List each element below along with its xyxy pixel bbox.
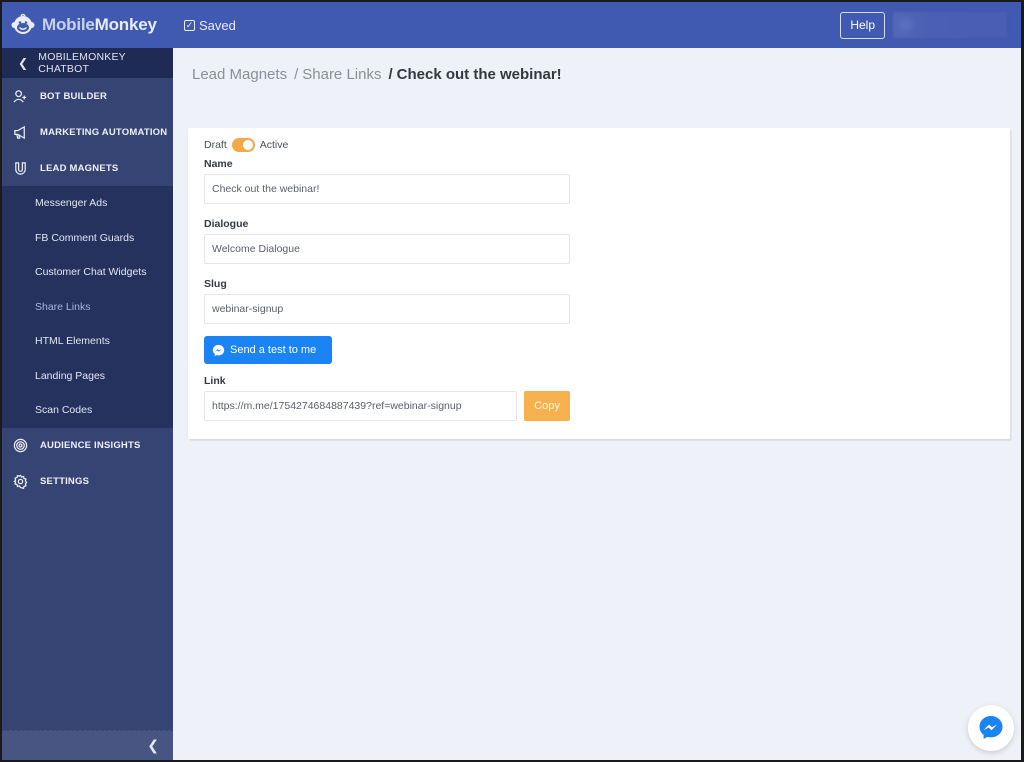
messenger-icon — [212, 344, 225, 356]
sidebar-item-label: BOT BUILDER — [40, 90, 108, 102]
name-input[interactable] — [204, 174, 570, 204]
save-status-text: Saved — [199, 17, 236, 33]
dialogue-label: Dialogue — [204, 218, 249, 230]
sidebar-item-lead-magnets[interactable]: LEAD MAGNETS — [2, 150, 173, 186]
sidebar-item-label: LEAD MAGNETS — [40, 162, 119, 174]
copy-button[interactable]: Copy — [524, 391, 570, 421]
name-label: Name — [204, 158, 233, 170]
status-active-label: Active — [259, 139, 289, 151]
sidebar-subitem-landing-pages[interactable]: Landing Pages — [2, 359, 173, 394]
breadcrumb-share-links[interactable]: Share Links — [302, 66, 381, 83]
messenger-icon — [979, 716, 1003, 739]
gear-icon — [12, 474, 28, 490]
target-icon — [12, 438, 28, 454]
sidebar-subitem-html-elements[interactable]: HTML Elements — [2, 324, 173, 359]
sidebar-subitem-scan-codes[interactable]: Scan Codes — [2, 393, 173, 428]
breadcrumb-lead-magnets[interactable]: Lead Magnets — [192, 66, 287, 83]
breadcrumb-separator: / — [388, 66, 393, 83]
sidebar-item-audience-insights[interactable]: AUDIENCE INSIGHTS — [2, 428, 173, 464]
breadcrumb: Lead Magnets / Share Links / Check out t… — [192, 66, 562, 83]
chevron-left-icon: ❮ — [18, 56, 29, 70]
sidebar-item-marketing-automation[interactable]: MARKETING AUTOMATION — [2, 114, 173, 150]
sidebar-subitem-messenger-ads[interactable]: Messenger Ads — [2, 186, 173, 221]
main-content: Lead Magnets / Share Links / Check out t… — [173, 48, 1021, 760]
sidebar-item-label: AUDIENCE INSIGHTS — [40, 440, 141, 451]
sidebar-item-label: SETTINGS — [40, 476, 90, 487]
status-toggle-row: Draft Active — [204, 138, 288, 152]
megaphone-icon — [12, 124, 28, 140]
breadcrumb-separator: / — [294, 66, 299, 83]
sidebar-item-settings[interactable]: SETTINGS — [2, 464, 173, 500]
sidebar-header-label: MOBILEMONKEY CHATBOT — [38, 51, 126, 75]
app-window: MobileMonkey ✓ Saved Help ❮ MOBILEMONKEY… — [2, 2, 1021, 760]
toggle-knob — [242, 140, 253, 150]
send-test-label: Send a test to me — [230, 344, 317, 356]
link-input[interactable] — [204, 391, 517, 421]
link-label: Link — [204, 375, 226, 387]
account-menu-redacted[interactable] — [893, 12, 1007, 38]
magnet-icon — [12, 160, 28, 176]
slug-input[interactable] — [204, 294, 570, 324]
chevron-left-icon: ❮ — [147, 737, 159, 753]
share-link-form-card: Draft Active Name Dialogue Slug Send a t… — [188, 128, 1010, 439]
send-test-button[interactable]: Send a test to me — [204, 336, 332, 364]
sidebar-item-label: MARKETING AUTOMATION — [40, 126, 168, 138]
status-draft-label: Draft — [204, 139, 227, 151]
help-button[interactable]: Help — [840, 11, 885, 39]
sidebar-back-to-chatbot[interactable]: ❮ MOBILEMONKEY CHATBOT — [2, 48, 173, 78]
checkbox-check-icon: ✓ — [184, 19, 195, 31]
top-bar: MobileMonkey ✓ Saved Help — [2, 2, 1021, 48]
lead-magnets-submenu: Messenger Ads FB Comment Guards Customer… — [2, 186, 173, 428]
messenger-chat-button[interactable] — [968, 705, 1014, 751]
breadcrumb-current: Check out the webinar! — [396, 66, 562, 83]
save-status: ✓ Saved — [184, 18, 236, 33]
sidebar-collapse-button[interactable]: ❮ — [2, 730, 173, 760]
sidebar: ❮ MOBILEMONKEY CHATBOT BOT BUILDER MARKE… — [2, 48, 173, 760]
sidebar-subitem-share-links[interactable]: Share Links — [2, 290, 173, 325]
sidebar-item-bot-builder[interactable]: BOT BUILDER — [2, 78, 173, 114]
dialogue-input[interactable] — [204, 234, 570, 264]
add-user-icon — [12, 88, 28, 104]
active-toggle[interactable] — [231, 138, 255, 152]
brand-logo[interactable]: MobileMonkey — [2, 2, 174, 48]
slug-label: Slug — [204, 278, 227, 290]
sidebar-subitem-fb-comment-guards[interactable]: FB Comment Guards — [2, 221, 173, 256]
brand-name: MobileMonkey — [42, 15, 157, 34]
sidebar-subitem-customer-chat-widgets[interactable]: Customer Chat Widgets — [2, 255, 173, 290]
monkey-logo-icon — [11, 13, 35, 34]
